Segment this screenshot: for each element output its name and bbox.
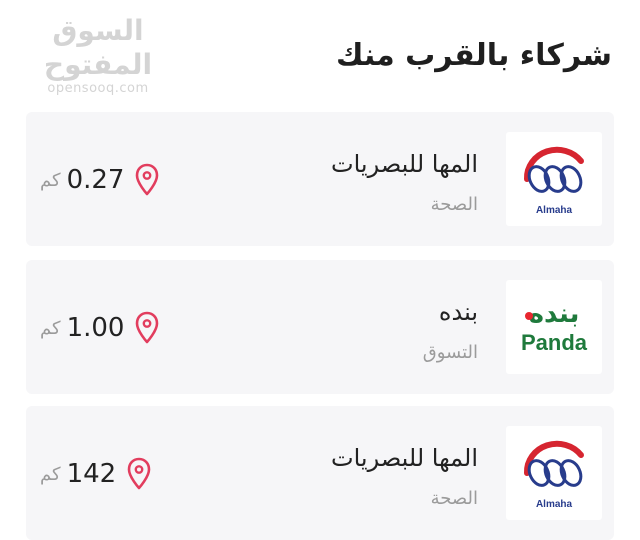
distance-value: 1.00 — [66, 313, 125, 343]
distance-unit: كم — [40, 317, 61, 339]
partner-card[interactable]: بنده Panda بنده التسوق كم 1.00 — [26, 260, 614, 394]
location-pin-icon — [136, 311, 159, 344]
panda-logo: بنده Panda — [506, 280, 602, 374]
partner-distance: كم 142 — [40, 456, 152, 492]
opensooq-watermark: السوق المفتوح opensooq.com — [18, 14, 178, 96]
almaha-optics-logo: Almaha — [506, 132, 602, 226]
section-title: شركاء بالقرب منك — [335, 38, 612, 73]
almaha-optics-logo: Almaha — [506, 426, 602, 520]
partner-card[interactable]: Almaha المها للبصريات الصحة كم 142 — [26, 406, 614, 540]
logo-text: Almaha — [536, 499, 573, 510]
distance-unit: كم — [40, 463, 61, 485]
distance-value: 0.27 — [66, 165, 125, 195]
distance-unit: كم — [40, 169, 61, 191]
location-pin-icon — [136, 163, 159, 196]
partner-name: بنده — [438, 298, 478, 326]
distance-value: 142 — [66, 459, 117, 489]
partner-category: الصحة — [430, 194, 478, 215]
location-pin-icon — [127, 457, 151, 490]
watermark-latin: opensooq.com — [47, 81, 149, 96]
logo-text: Panda — [521, 330, 588, 355]
partner-distance: كم 1.00 — [40, 310, 160, 346]
panda-arabic-text: بنده — [529, 299, 580, 329]
partner-distance: كم 0.27 — [40, 162, 160, 198]
logo-text: Almaha — [536, 205, 573, 216]
partner-category: التسوق — [422, 342, 478, 363]
watermark-arabic: السوق المفتوح — [43, 14, 153, 81]
partner-name: المها للبصريات — [331, 444, 478, 472]
partner-category: الصحة — [430, 488, 478, 509]
partner-name: المها للبصريات — [331, 150, 478, 178]
partner-card[interactable]: Almaha المها للبصريات الصحة كم 0.27 — [26, 112, 614, 246]
